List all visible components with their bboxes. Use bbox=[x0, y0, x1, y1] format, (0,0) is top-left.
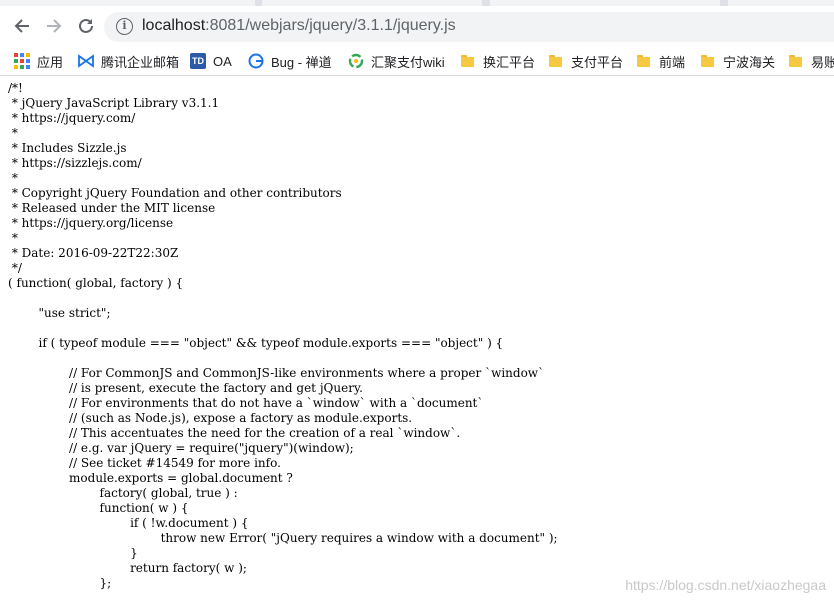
bookmark-label: 换汇平台 bbox=[483, 54, 536, 70]
folder-icon bbox=[636, 53, 652, 69]
back-button[interactable] bbox=[10, 14, 34, 38]
code-line: // e.g. var jQuery = require("jquery")(w… bbox=[8, 441, 354, 455]
code-line: // For CommonJS and CommonJS-like enviro… bbox=[8, 366, 545, 380]
forward-button[interactable] bbox=[42, 14, 66, 38]
bookmark-label: 腾讯企业邮箱 bbox=[101, 54, 180, 70]
bookmarks-bar: 应用 腾讯企业邮箱 TD OA Bug - 禅道 汇聚支付wiki 换汇平台 支… bbox=[0, 46, 834, 76]
bookmark-folder[interactable]: 易账 bbox=[788, 52, 834, 70]
apps-grid-icon bbox=[14, 53, 30, 69]
code-line: * https://jquery.org/license bbox=[8, 216, 174, 230]
bookmark-label: OA bbox=[213, 53, 232, 69]
source-code: /*! * jQuery JavaScript Library v3.1.1 *… bbox=[8, 81, 558, 591]
bookmark-wiki[interactable]: 汇聚支付wiki bbox=[348, 52, 445, 70]
code-line: // (such as Node.js), expose a factory a… bbox=[8, 411, 413, 425]
code-line: * Includes Sizzle.js bbox=[8, 141, 127, 155]
code-line: factory( global, true ) : bbox=[8, 486, 238, 500]
code-line: // See ticket #14549 for more info. bbox=[8, 456, 281, 470]
td-oa-icon-text: TD bbox=[192, 56, 204, 66]
code-line: function( w ) { bbox=[8, 501, 189, 515]
address-url[interactable]: localhost:8081/webjars/jquery/3.1.1/jque… bbox=[142, 17, 456, 35]
code-line: * bbox=[8, 231, 18, 245]
bookmark-folder[interactable]: 宁波海关 bbox=[700, 52, 775, 70]
info-icon[interactable]: i bbox=[116, 18, 133, 35]
code-line: * Released under the MIT license bbox=[8, 201, 216, 215]
url-host: localhost bbox=[142, 17, 206, 34]
folder-icon bbox=[788, 53, 804, 69]
code-line: if ( !w.document ) { bbox=[8, 516, 249, 530]
code-line: * https://sizzlejs.com/ bbox=[8, 156, 142, 170]
address-bar[interactable]: i localhost:8081/webjars/jquery/3.1.1/jq… bbox=[104, 12, 834, 42]
code-line: * jQuery JavaScript Library v3.1.1 bbox=[8, 96, 220, 110]
bookmark-apps[interactable]: 应用 bbox=[14, 52, 63, 70]
bookmark-folder[interactable]: 支付平台 bbox=[548, 52, 623, 70]
folder-icon bbox=[700, 53, 716, 69]
code-line: * bbox=[8, 126, 18, 140]
code-line: module.exports = global.document ? bbox=[8, 471, 293, 485]
bookmark-label: 前端 bbox=[659, 54, 686, 70]
watermark: https://blog.csdn.net/xiaozhegaa bbox=[625, 577, 826, 593]
code-line: if ( typeof module === "object" && typeo… bbox=[8, 336, 504, 350]
bookmark-label: Bug - 禅道 bbox=[271, 54, 332, 70]
code-line: * Copyright jQuery Foundation and other … bbox=[8, 186, 342, 200]
bookmark-oa[interactable]: TD OA bbox=[190, 52, 232, 70]
bookmark-label: 应用 bbox=[37, 54, 64, 70]
zentao-icon bbox=[248, 53, 264, 69]
bookmark-label: 支付平台 bbox=[571, 54, 624, 70]
bookmark-label: 易账 bbox=[811, 54, 834, 70]
forward-arrow-icon bbox=[47, 19, 62, 33]
td-oa-icon: TD bbox=[190, 53, 206, 69]
code-line: /*! bbox=[8, 81, 23, 95]
bookmark-tencent-mail[interactable]: 腾讯企业邮箱 bbox=[78, 52, 179, 70]
code-line: "use strict"; bbox=[8, 306, 111, 320]
code-line: // This accentuates the need for the cre… bbox=[8, 426, 461, 440]
reload-button[interactable] bbox=[74, 14, 98, 38]
folder-icon bbox=[548, 53, 564, 69]
tencent-mail-icon bbox=[78, 53, 94, 69]
code-line: }; bbox=[8, 576, 112, 590]
bookmark-label: 汇聚支付wiki bbox=[371, 54, 445, 70]
folder-icon bbox=[460, 53, 476, 69]
bookmark-folder[interactable]: 前端 bbox=[636, 52, 685, 70]
wiki-icon bbox=[348, 53, 364, 69]
bookmark-label: 宁波海关 bbox=[723, 54, 776, 70]
code-line: * https://jquery.com/ bbox=[8, 111, 136, 125]
code-line: ( function( global, factory ) { bbox=[8, 276, 184, 290]
url-path: :8081/webjars/jquery/3.1.1/jquery.js bbox=[205, 17, 456, 34]
code-line: return factory( w ); bbox=[8, 561, 247, 575]
code-line: throw new Error( "jQuery requires a wind… bbox=[8, 531, 558, 545]
code-line: * bbox=[8, 171, 18, 185]
code-line: // is present, execute the factory and g… bbox=[8, 381, 363, 395]
reload-icon bbox=[79, 18, 93, 33]
code-line: */ bbox=[8, 261, 22, 275]
bookmark-folder[interactable]: 换汇平台 bbox=[460, 52, 535, 70]
code-line: // For environments that do not have a `… bbox=[8, 396, 484, 410]
back-arrow-icon bbox=[14, 19, 29, 33]
browser-toolbar: i localhost:8081/webjars/jquery/3.1.1/jq… bbox=[0, 6, 834, 46]
code-line: * Date: 2016-09-22T22:30Z bbox=[8, 246, 179, 260]
bookmark-zentao[interactable]: Bug - 禅道 bbox=[248, 52, 332, 70]
code-line: } bbox=[8, 546, 138, 560]
